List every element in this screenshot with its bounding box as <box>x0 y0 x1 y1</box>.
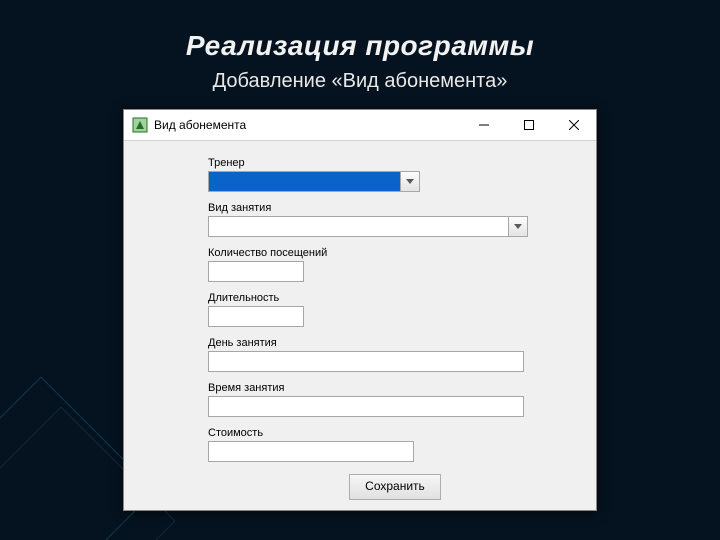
cost-label: Стоимость <box>208 427 582 439</box>
visits-label: Количество посещений <box>208 247 582 259</box>
close-button[interactable] <box>551 110 596 140</box>
time-label: Время занятия <box>208 382 582 394</box>
activity-type-combobox[interactable] <box>208 216 528 237</box>
duration-label: Длительность <box>208 292 582 304</box>
slide-title: Реализация программы <box>0 30 720 62</box>
app-icon <box>132 117 148 133</box>
day-input[interactable] <box>208 351 524 372</box>
window-title: Вид абонемента <box>154 118 246 132</box>
save-button[interactable]: Сохранить <box>349 474 441 500</box>
activity-type-value <box>209 217 508 236</box>
cost-input[interactable] <box>208 441 414 462</box>
trainer-value <box>209 172 400 191</box>
trainer-combobox[interactable] <box>208 171 420 192</box>
chevron-down-icon <box>508 217 527 236</box>
visits-input[interactable] <box>208 261 304 282</box>
trainer-label: Тренер <box>208 157 582 169</box>
activity-type-label: Вид занятия <box>208 202 582 214</box>
duration-input[interactable] <box>208 306 304 327</box>
chevron-down-icon <box>400 172 419 191</box>
day-label: День занятия <box>208 337 582 349</box>
minimize-button[interactable] <box>461 110 506 140</box>
window-client-area: Тренер Вид занятия Количество посещений … <box>124 141 596 510</box>
window-titlebar: Вид абонемента <box>124 110 596 141</box>
time-input[interactable] <box>208 396 524 417</box>
slide-subtitle: Добавление «Вид абонемента» <box>0 70 720 93</box>
app-window: Вид абонемента Тренер Вид занятия <box>123 109 597 511</box>
maximize-button[interactable] <box>506 110 551 140</box>
